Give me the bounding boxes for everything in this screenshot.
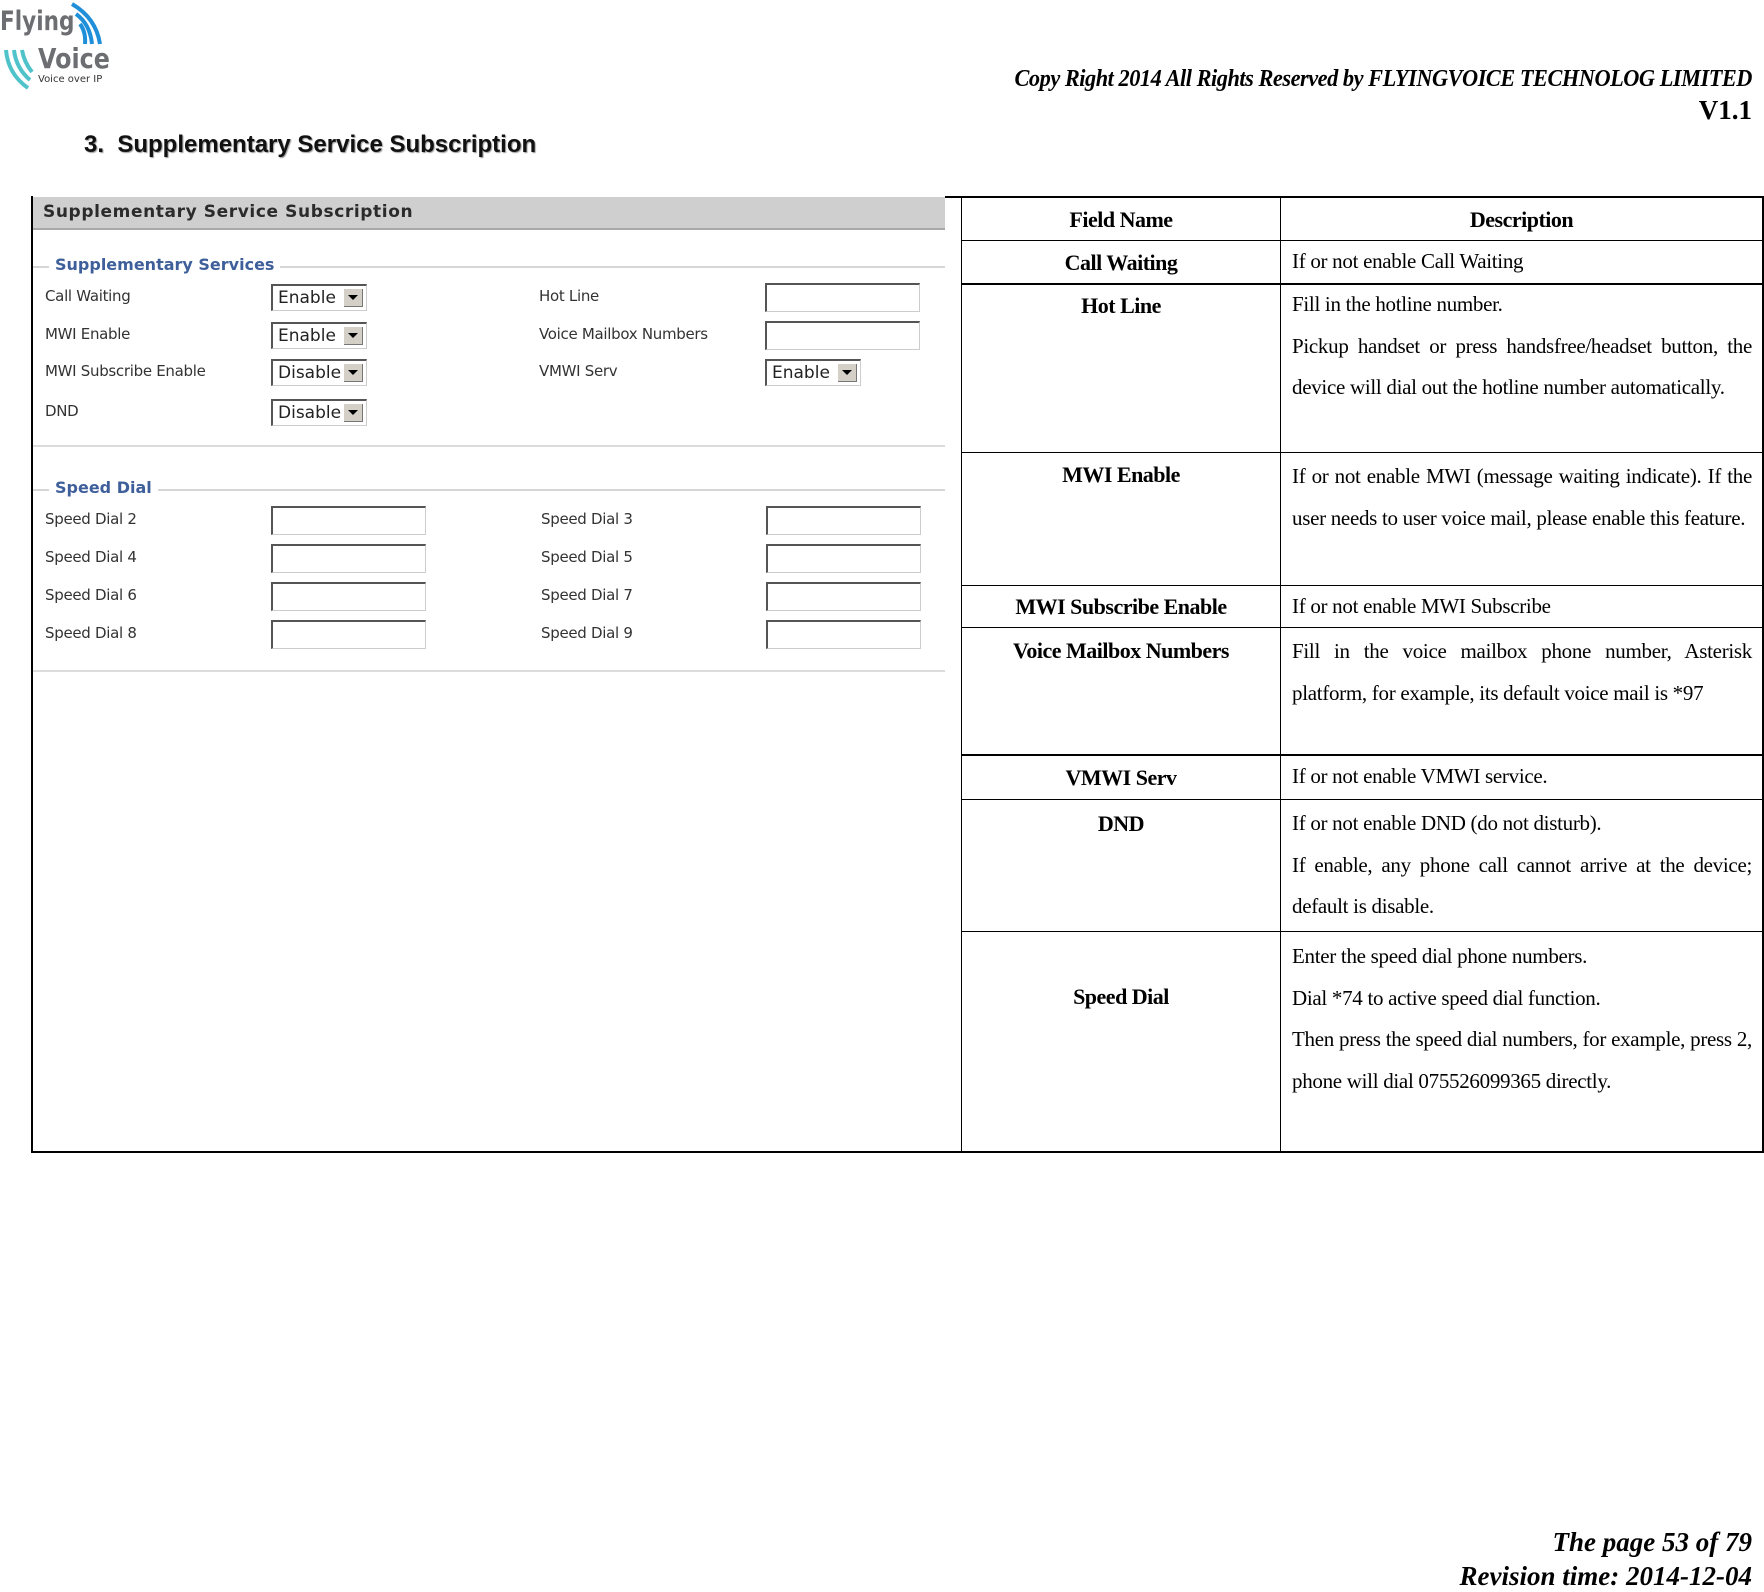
label-speed-dial-5: Speed Dial 5 (541, 548, 633, 566)
settings-screenshot-panel: Supplementary Service Subscription Suppl… (33, 197, 945, 673)
description-vmwi-serv: If or not enable VMWI service. (1292, 764, 1548, 788)
label-dnd: DND (45, 402, 79, 420)
field-name-call-waiting: Call Waiting (1064, 250, 1178, 275)
speed-dial-4-input[interactable] (271, 544, 426, 573)
description-mwi-subscribe-enable: If or not enable MWI Subscribe (1292, 594, 1551, 618)
logo-tagline: Voice over IP (38, 74, 103, 85)
copyright-notice: Copy Right 2014 All Rights Reserved by F… (1014, 66, 1753, 92)
label-mwi-enable: MWI Enable (45, 325, 131, 343)
label-mwi-subscribe-enable: MWI Subscribe Enable (45, 362, 206, 380)
label-vmwi-serv: VMWI Serv (539, 362, 618, 380)
chevron-down-icon[interactable] (344, 404, 363, 422)
chevron-down-icon[interactable] (344, 327, 363, 345)
logo-text-flying: Flying (0, 6, 75, 37)
speed-dial-2-input[interactable] (271, 506, 426, 535)
speed-dial-6-input[interactable] (271, 582, 426, 611)
chevron-down-icon[interactable] (838, 364, 857, 382)
speed-dial-3-input[interactable] (766, 506, 921, 535)
panel-title: Supplementary Service Subscription (43, 202, 414, 222)
fieldset-speed-dial (33, 489, 945, 491)
call-waiting-select[interactable]: Enable (271, 284, 367, 311)
section-divider (33, 445, 945, 447)
section-heading: 3. Supplementary Service Subscription (84, 131, 537, 158)
label-speed-dial-9: Speed Dial 9 (541, 624, 633, 642)
legend-supplementary-services: Supplementary Services (49, 255, 281, 274)
label-speed-dial-3: Speed Dial 3 (541, 510, 633, 528)
description-call-waiting: If or not enable Call Waiting (1292, 249, 1524, 273)
label-hot-line: Hot Line (539, 287, 599, 305)
chevron-down-icon[interactable] (344, 364, 363, 382)
chevron-down-icon[interactable] (344, 289, 363, 307)
section-divider (33, 670, 945, 672)
label-speed-dial-6: Speed Dial 6 (45, 586, 137, 604)
column-header-description: Description (1469, 207, 1574, 232)
mwi-enable-select[interactable]: Enable (271, 322, 367, 349)
speed-dial-7-input[interactable] (766, 582, 921, 611)
description-speed-dial: Enter the speed dial phone numbers. Dial … (1292, 944, 1752, 1093)
speed-dial-5-input[interactable] (766, 544, 921, 573)
description-dnd: If or not enable DND (do not disturb). If… (1292, 811, 1752, 918)
label-speed-dial-2: Speed Dial 2 (45, 510, 137, 528)
speed-dial-8-input[interactable] (271, 620, 426, 649)
label-speed-dial-8: Speed Dial 8 (45, 624, 137, 642)
speed-dial-9-input[interactable] (766, 620, 921, 649)
dnd-select[interactable]: Disable (271, 399, 367, 426)
mwi-subscribe-enable-select[interactable]: Disable (271, 359, 367, 386)
vmwi-serv-select[interactable]: Enable (765, 359, 861, 386)
field-name-dnd: DND (1097, 811, 1145, 836)
description-mwi-enable: If or not enable MWI (message waiting in… (1292, 464, 1752, 530)
field-name-mwi-enable: MWI Enable (1062, 462, 1180, 487)
field-name-voice-mailbox-numbers: Voice Mailbox Numbers (1012, 638, 1230, 663)
company-logo: Flying Voice Voice over IP (0, 0, 110, 95)
field-name-mwi-subscribe-enable: MWI Subscribe Enable (1015, 594, 1227, 619)
voice-mailbox-numbers-input[interactable] (765, 321, 920, 350)
page-number: The page 53 of 79 (1552, 1527, 1752, 1557)
legend-speed-dial: Speed Dial (49, 478, 158, 497)
label-speed-dial-7: Speed Dial 7 (541, 586, 633, 604)
revision-time: Revision time: 2014-12-04 (1459, 1561, 1752, 1591)
document-version: V1.1 (1698, 95, 1752, 125)
field-name-speed-dial: Speed Dial (1073, 984, 1169, 1009)
field-name-hot-line: Hot Line (1081, 293, 1161, 318)
field-name-vmwi-serv: VMWI Serv (1065, 765, 1177, 790)
description-hot-line: Fill in the hotline number. Pickup handse… (1292, 292, 1752, 399)
label-voice-mailbox-numbers: Voice Mailbox Numbers (539, 325, 708, 343)
label-speed-dial-4: Speed Dial 4 (45, 548, 137, 566)
label-call-waiting: Call Waiting (45, 287, 131, 305)
description-voice-mailbox-numbers: Fill in the voice mailbox phone number, … (1292, 639, 1752, 705)
logo-text-voice: Voice (38, 42, 110, 75)
column-header-field-name: Field Name (1069, 207, 1173, 232)
panel-title-bar: Supplementary Service Subscription (33, 197, 945, 230)
hot-line-input[interactable] (765, 283, 920, 312)
